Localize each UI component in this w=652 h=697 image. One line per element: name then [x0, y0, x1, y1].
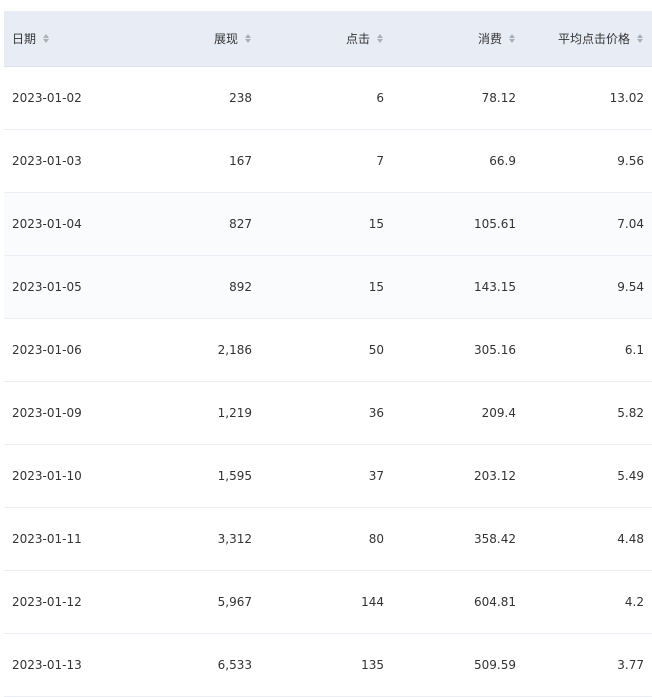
cell-impressions: 238	[150, 66, 260, 130]
sort-descending-icon	[245, 39, 251, 44]
cell-clicks: 37	[260, 444, 392, 508]
column-header-impressions[interactable]: 展现	[150, 11, 260, 67]
column-header-clicks[interactable]: 点击	[260, 11, 392, 67]
cell-impressions: 1,595	[150, 444, 260, 508]
column-header-label: 消费	[477, 32, 502, 46]
cell-clicks: 144	[260, 570, 392, 634]
cell-date: 2023-01-04	[4, 192, 150, 256]
column-header-label: 平均点击价格	[557, 32, 630, 46]
sort-icon[interactable]	[244, 33, 252, 45]
cell-cost: 305.16	[392, 318, 524, 382]
cell-cost: 203.12	[392, 444, 524, 508]
cell-clicks: 6	[260, 66, 392, 130]
cell-clicks: 80	[260, 507, 392, 571]
cell-avg-click-price: 4.2	[524, 570, 652, 634]
sort-ascending-icon	[43, 33, 50, 38]
cell-date: 2023-01-02	[4, 66, 150, 130]
column-header-cost[interactable]: 消费	[392, 11, 524, 67]
cell-avg-click-price: 13.02	[524, 66, 652, 130]
column-header-label: 日期	[12, 32, 37, 46]
table-row[interactable]: 2023-01-06 2,186 50 305.16 6.1	[4, 318, 652, 382]
cell-impressions: 1,219	[150, 381, 260, 445]
column-header-avg-click-price[interactable]: 平均点击价格	[524, 11, 652, 67]
cell-avg-click-price: 6.1	[524, 318, 652, 382]
table-row[interactable]: 2023-01-09 1,219 36 209.4 5.82	[4, 381, 652, 445]
cell-date: 2023-01-13	[4, 633, 150, 697]
cell-impressions: 5,967	[150, 570, 260, 634]
cell-date: 2023-01-05	[4, 255, 150, 319]
cell-cost: 209.4	[392, 381, 524, 445]
cell-cost: 143.15	[392, 255, 524, 319]
cell-cost: 105.61	[392, 192, 524, 256]
table-row[interactable]: 2023-01-12 5,967 144 604.81 4.2	[4, 570, 652, 634]
column-header-inner: 点击	[346, 30, 384, 47]
sort-descending-icon	[509, 39, 515, 44]
cell-date: 2023-01-09	[4, 381, 150, 445]
cell-avg-click-price: 9.56	[524, 129, 652, 193]
cell-avg-click-price: 4.48	[524, 507, 652, 571]
sort-ascending-icon	[377, 33, 383, 38]
cell-avg-click-price: 9.54	[524, 255, 652, 319]
table-row[interactable]: 2023-01-03 167 7 66.9 9.56	[4, 129, 652, 193]
cell-impressions: 827	[150, 192, 260, 256]
cell-cost: 358.42	[392, 507, 524, 571]
column-header-inner: 日期	[12, 30, 50, 47]
data-table-container: 日期 展现 点击 消费 平均点击价格 2023-01-02 238 6 78.12 13.02 2…	[4, 11, 652, 697]
cell-impressions: 167	[150, 129, 260, 193]
cell-clicks: 50	[260, 318, 392, 382]
cell-avg-click-price: 7.04	[524, 192, 652, 256]
table-row[interactable]: 2023-01-11 3,312 80 358.42 4.48	[4, 507, 652, 571]
cell-date: 2023-01-03	[4, 129, 150, 193]
cell-avg-click-price: 5.49	[524, 444, 652, 508]
column-header-label: 点击	[345, 32, 370, 46]
sort-ascending-icon	[509, 33, 515, 38]
table-header: 日期 展现 点击 消费 平均点击价格	[4, 11, 652, 67]
sort-descending-icon	[637, 39, 643, 44]
sort-descending-icon	[377, 39, 383, 44]
sort-descending-icon	[43, 39, 50, 44]
cell-cost: 78.12	[392, 66, 524, 130]
cell-date: 2023-01-11	[4, 507, 150, 571]
table-row[interactable]: 2023-01-13 6,533 135 509.59 3.77	[4, 633, 652, 697]
cell-impressions: 2,186	[150, 318, 260, 382]
cell-clicks: 7	[260, 129, 392, 193]
sort-ascending-icon	[637, 33, 643, 38]
cell-cost: 604.81	[392, 570, 524, 634]
column-header-inner: 消费	[478, 30, 516, 47]
cell-clicks: 15	[260, 192, 392, 256]
table-row[interactable]: 2023-01-10 1,595 37 203.12 5.49	[4, 444, 652, 508]
cell-cost: 509.59	[392, 633, 524, 697]
sort-icon[interactable]	[508, 33, 516, 45]
table-row[interactable]: 2023-01-05 892 15 143.15 9.54	[4, 255, 652, 319]
cell-impressions: 6,533	[150, 633, 260, 697]
cell-avg-click-price: 3.77	[524, 633, 652, 697]
stats-table: 日期 展现 点击 消费 平均点击价格 2023-01-02 238 6 78.12 13.02 2…	[4, 11, 652, 697]
sort-icon[interactable]	[636, 33, 644, 45]
table-row[interactable]: 2023-01-02 238 6 78.12 13.02	[4, 66, 652, 130]
sort-icon[interactable]	[376, 33, 384, 45]
cell-avg-click-price: 5.82	[524, 381, 652, 445]
table-row[interactable]: 2023-01-04 827 15 105.61 7.04	[4, 192, 652, 256]
column-header-date[interactable]: 日期	[4, 11, 150, 67]
cell-date: 2023-01-12	[4, 570, 150, 634]
cell-cost: 66.9	[392, 129, 524, 193]
cell-date: 2023-01-06	[4, 318, 150, 382]
column-header-label: 展现	[213, 32, 238, 46]
sort-icon[interactable]	[42, 33, 50, 45]
column-header-inner: 展现	[214, 30, 252, 47]
table-header-row: 日期 展现 点击 消费 平均点击价格	[4, 11, 652, 67]
cell-date: 2023-01-10	[4, 444, 150, 508]
cell-clicks: 135	[260, 633, 392, 697]
cell-clicks: 15	[260, 255, 392, 319]
cell-impressions: 892	[150, 255, 260, 319]
sort-ascending-icon	[245, 33, 251, 38]
cell-clicks: 36	[260, 381, 392, 445]
column-header-inner: 平均点击价格	[558, 30, 644, 47]
table-body: 2023-01-02 238 6 78.12 13.02 2023-01-03 167 7 66…	[4, 66, 652, 697]
cell-impressions: 3,312	[150, 507, 260, 571]
